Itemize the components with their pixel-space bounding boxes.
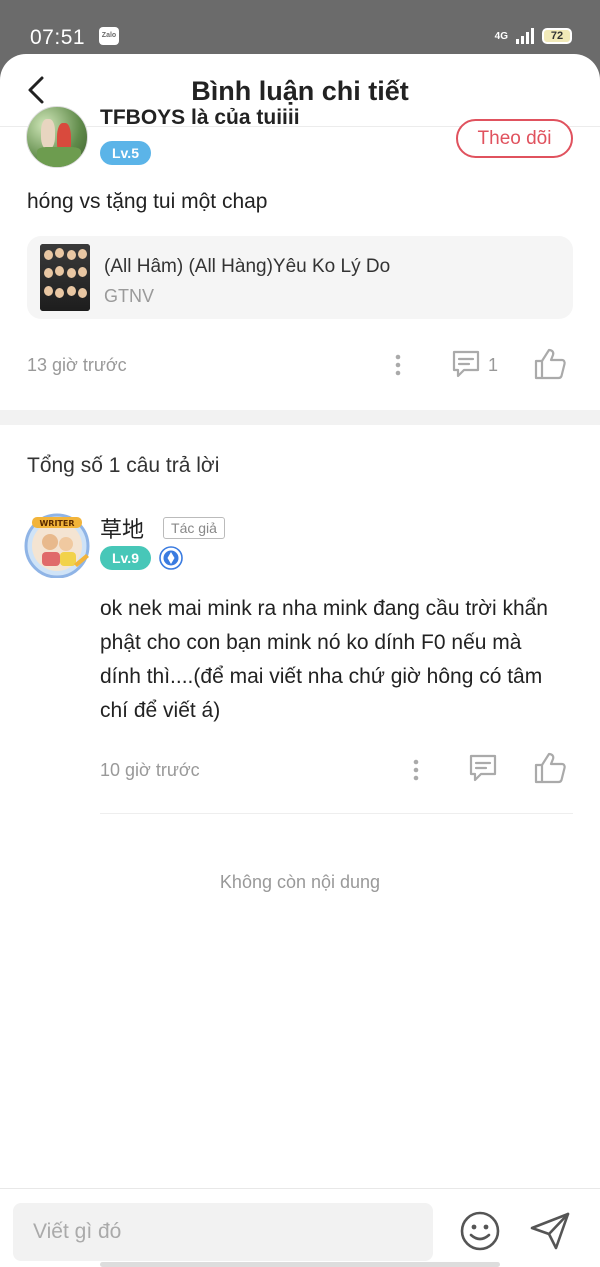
level-badge: Lv.5 — [100, 141, 151, 165]
battery-icon: 72 — [542, 28, 572, 44]
more-options-icon[interactable] — [409, 757, 423, 783]
book-title: (All Hâm) (All Hàng)Yêu Ko Lý Do — [104, 256, 391, 277]
svg-text:WRITER: WRITER — [39, 519, 74, 528]
section-divider — [0, 410, 600, 425]
signal-icon — [516, 28, 534, 44]
page-title: Bình luận chi tiết — [191, 76, 409, 106]
book-author: GTNV — [104, 286, 155, 306]
username[interactable]: TFBOYS là của tuiiii — [100, 106, 300, 130]
comment-composer — [0, 1188, 600, 1267]
send-icon[interactable] — [528, 1210, 572, 1252]
reply-divider — [100, 813, 573, 814]
comment-text: hóng vs tặng tui một chap — [27, 190, 268, 213]
total-replies-label: Tổng số 1 câu trả lời — [27, 454, 220, 477]
comment-time: 13 giờ trước — [27, 355, 127, 375]
avatar[interactable] — [26, 106, 88, 168]
verified-badge-icon — [159, 546, 183, 570]
no-more-content: Không còn nội dung — [219, 872, 381, 892]
author-tag: Tác giả — [163, 517, 225, 539]
status-bar: 07:51 Zalo 4G 72 — [0, 0, 600, 60]
book-cover — [40, 244, 90, 311]
reply-time: 10 giờ trước — [100, 760, 200, 780]
like-icon[interactable] — [533, 347, 567, 381]
reply-icon[interactable] — [450, 348, 482, 380]
avatar[interactable]: WRITER — [22, 512, 92, 578]
status-indicators: 4G 72 — [495, 26, 572, 46]
emoji-icon[interactable] — [459, 1210, 501, 1252]
like-icon[interactable] — [533, 751, 567, 785]
book-card[interactable]: (All Hâm) (All Hàng)Yêu Ko Lý Do GTNV — [27, 236, 573, 319]
reply-text: ok nek mai mink ra nha mink đang cầu trờ… — [100, 597, 548, 722]
username[interactable]: 草地 — [100, 512, 144, 544]
more-options-icon[interactable] — [391, 352, 405, 378]
comment-input[interactable] — [13, 1203, 433, 1261]
header: Bình luận chi tiết — [0, 54, 600, 127]
status-time: 07:51 — [30, 26, 86, 49]
zalo-notification-icon: Zalo — [99, 27, 119, 45]
reply-icon[interactable] — [467, 752, 499, 784]
level-badge: Lv.9 — [100, 546, 151, 570]
reply-count: 1 — [488, 355, 499, 375]
follow-button[interactable]: Theo dõi — [456, 119, 573, 158]
network-type: 4G — [494, 30, 508, 42]
home-indicator — [100, 1262, 500, 1267]
